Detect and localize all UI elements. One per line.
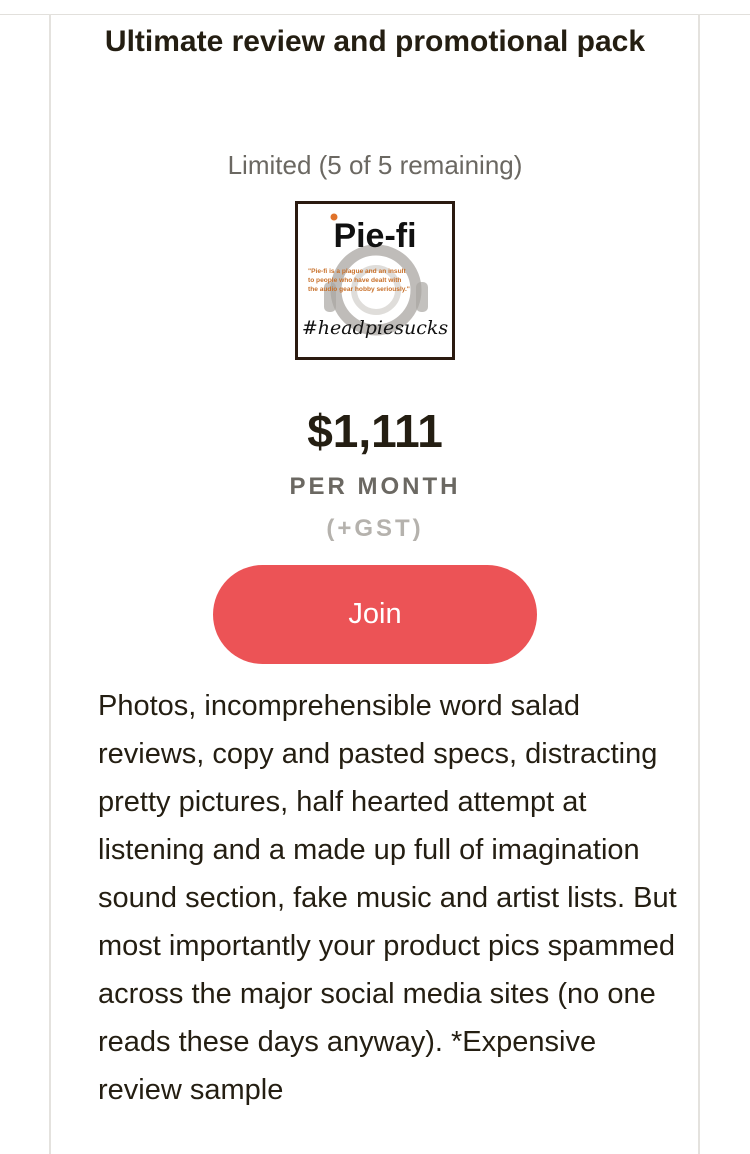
quote-line-3: the audio gear hobby seriously." (308, 286, 410, 293)
tier-price: $1,111 (307, 405, 443, 457)
billing-period: PER MONTH (289, 473, 461, 500)
tier-image-artwork: Pie-fi "Pie-fi is a plague and an insult… (298, 204, 452, 357)
tier-title: Ultimate review and promotional pack (104, 25, 646, 58)
tier-availability: Limited (5 of 5 remaining) (227, 150, 523, 180)
tier-description: Photos, incomprehensible word salad revi… (98, 690, 677, 1106)
hashtag-text: #headpiesucks (302, 317, 449, 339)
join-button[interactable]: Join (213, 565, 537, 664)
logo-text: Pie-fi (333, 217, 416, 255)
tier-image: Pie-fi "Pie-fi is a plague and an insult… (295, 201, 455, 360)
quote-line-1: "Pie-fi is a plague and an insult (308, 268, 406, 275)
tax-note: (+GST) (326, 515, 424, 542)
quote-line-2: to people who have dealt with (308, 277, 401, 284)
